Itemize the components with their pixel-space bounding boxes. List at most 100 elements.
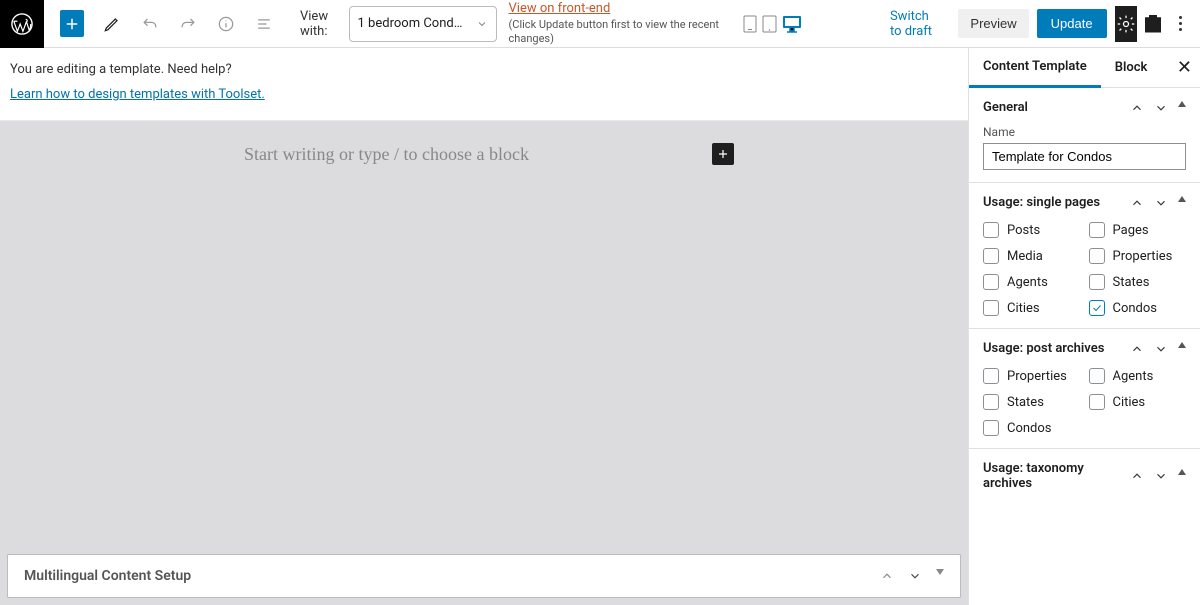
checkbox-box[interactable] (1089, 300, 1105, 316)
multilingual-panel[interactable]: Multilingual Content Setup (7, 554, 961, 598)
checkbox-cities[interactable]: Cities (983, 300, 1081, 316)
top-toolbar: View with: 1 bedroom Condo i… View on fr… (0, 0, 1200, 48)
tab-content-template[interactable]: Content Template (969, 48, 1101, 88)
chevron-down-icon[interactable] (1154, 196, 1168, 210)
panel-usage-archives: Usage: post archives Properties Agents Sta… (969, 329, 1200, 449)
checkbox-properties[interactable]: Properties (983, 368, 1081, 384)
info-strip: You are editing a template. Need help? L… (0, 48, 968, 121)
name-field-input[interactable] (983, 143, 1186, 170)
chevron-up-icon[interactable] (1130, 342, 1144, 356)
triangle-up-icon[interactable] (1178, 196, 1186, 202)
checkbox-label: States (1007, 395, 1044, 410)
checkbox-box[interactable] (1089, 222, 1105, 238)
checkbox-box[interactable] (983, 222, 999, 238)
panel-usage-archives-title: Usage: post archives (983, 341, 1130, 356)
switch-to-draft-link[interactable]: Switch to draft (890, 9, 942, 39)
add-block-button[interactable] (60, 10, 84, 37)
checkbox-label: Media (1007, 249, 1043, 264)
panel-nav (1130, 196, 1186, 210)
undo-icon[interactable] (132, 6, 168, 42)
tablet-icon[interactable] (762, 15, 777, 33)
tab-block[interactable]: Block (1101, 48, 1162, 88)
checkbox-box[interactable] (983, 300, 999, 316)
checkbox-box[interactable] (1089, 274, 1105, 290)
checkbox-label: Properties (1007, 369, 1067, 384)
preview-button[interactable]: Preview (958, 9, 1028, 38)
checkbox-condos[interactable]: Condos (983, 420, 1081, 436)
view-frontend-link[interactable]: View on front-end (509, 1, 611, 16)
panel-usage-single: Usage: single pages Posts Pages Media Prope… (969, 183, 1200, 329)
checkbox-label: Agents (1113, 369, 1154, 384)
frontend-links: View on front-end (Click Update button f… (509, 1, 743, 46)
checkbox-states[interactable]: States (1089, 274, 1187, 290)
panel-general-title: General (983, 100, 1130, 115)
checkbox-label: Posts (1007, 223, 1040, 238)
edit-icon[interactable] (94, 6, 130, 42)
panel-nav (1130, 469, 1186, 483)
checkbox-media[interactable]: Media (983, 248, 1081, 264)
toolset-icon[interactable] (1145, 15, 1161, 33)
checkbox-box[interactable] (983, 274, 999, 290)
multilingual-title: Multilingual Content Setup (24, 568, 191, 584)
checkbox-label: Properties (1113, 249, 1173, 264)
checkbox-label: Condos (1007, 421, 1052, 436)
chevron-down-icon[interactable] (1154, 342, 1168, 356)
wordpress-logo[interactable] (0, 0, 44, 48)
more-menu-button[interactable] (1169, 16, 1192, 31)
main-area: You are editing a template. Need help? L… (0, 48, 968, 605)
checkbox-box[interactable] (983, 248, 999, 264)
checkbox-box[interactable] (1089, 368, 1105, 384)
checkbox-label: States (1113, 275, 1150, 290)
chevron-up-icon[interactable] (1130, 469, 1144, 483)
checkbox-cities[interactable]: Cities (1089, 394, 1187, 410)
checkbox-condos[interactable]: Condos (1089, 300, 1187, 316)
checkbox-agents[interactable]: Agents (983, 274, 1081, 290)
triangle-up-icon[interactable] (1178, 469, 1186, 475)
desktop-icon[interactable] (782, 15, 802, 33)
view-with-select[interactable]: 1 bedroom Condo i… (349, 6, 497, 42)
toolbar-right: Switch to draft Preview Update (743, 6, 1200, 42)
checkbox-properties[interactable]: Properties (1089, 248, 1187, 264)
view-with-label: View with: (300, 9, 339, 39)
checkbox-label: Cities (1007, 301, 1040, 316)
panel-usage-tax-title: Usage: taxonomy archives (983, 461, 1130, 491)
checkbox-pages[interactable]: Pages (1089, 222, 1187, 238)
checkbox-box[interactable] (983, 420, 999, 436)
mobile-icon[interactable] (743, 15, 757, 33)
editor-canvas[interactable]: Start writing or type / to choose a bloc… (0, 121, 968, 605)
checkbox-states[interactable]: States (983, 394, 1081, 410)
panel-usage-single-title: Usage: single pages (983, 195, 1130, 210)
settings-button[interactable] (1115, 6, 1137, 42)
checkbox-box[interactable] (1089, 394, 1105, 410)
close-sidebar-button[interactable]: ✕ (1177, 57, 1192, 78)
chevron-up-icon[interactable] (1130, 101, 1144, 115)
checkbox-label: Pages (1113, 223, 1149, 238)
triangle-down-icon[interactable] (936, 569, 944, 575)
outline-icon[interactable] (246, 6, 282, 42)
checkbox-agents[interactable]: Agents (1089, 368, 1187, 384)
checkbox-box[interactable] (983, 368, 999, 384)
block-placeholder[interactable]: Start writing or type / to choose a bloc… (14, 144, 712, 165)
info-icon[interactable] (208, 6, 244, 42)
toolbar-tools (94, 6, 282, 42)
chevron-up-icon[interactable] (880, 569, 894, 583)
panel-nav (1130, 342, 1186, 356)
checkbox-box[interactable] (1089, 248, 1105, 264)
chevron-down-icon[interactable] (908, 569, 922, 583)
view-with-control: View with: 1 bedroom Condo i… (300, 6, 497, 42)
gear-icon (1116, 14, 1136, 34)
chevron-down-icon[interactable] (1154, 469, 1168, 483)
chevron-up-icon[interactable] (1130, 196, 1144, 210)
triangle-up-icon[interactable] (1178, 101, 1186, 107)
checkbox-posts[interactable]: Posts (983, 222, 1081, 238)
checkbox-label: Condos (1113, 301, 1158, 316)
checkbox-label: Agents (1007, 275, 1048, 290)
triangle-up-icon[interactable] (1178, 342, 1186, 348)
chevron-down-icon[interactable] (1154, 101, 1168, 115)
info-question: You are editing a template. Need help? (10, 62, 958, 77)
checkbox-box[interactable] (983, 394, 999, 410)
redo-icon[interactable] (170, 6, 206, 42)
inline-add-block-button[interactable] (712, 143, 734, 165)
update-button[interactable]: Update (1037, 9, 1107, 38)
learn-link[interactable]: Learn how to design templates with Tools… (10, 87, 265, 102)
